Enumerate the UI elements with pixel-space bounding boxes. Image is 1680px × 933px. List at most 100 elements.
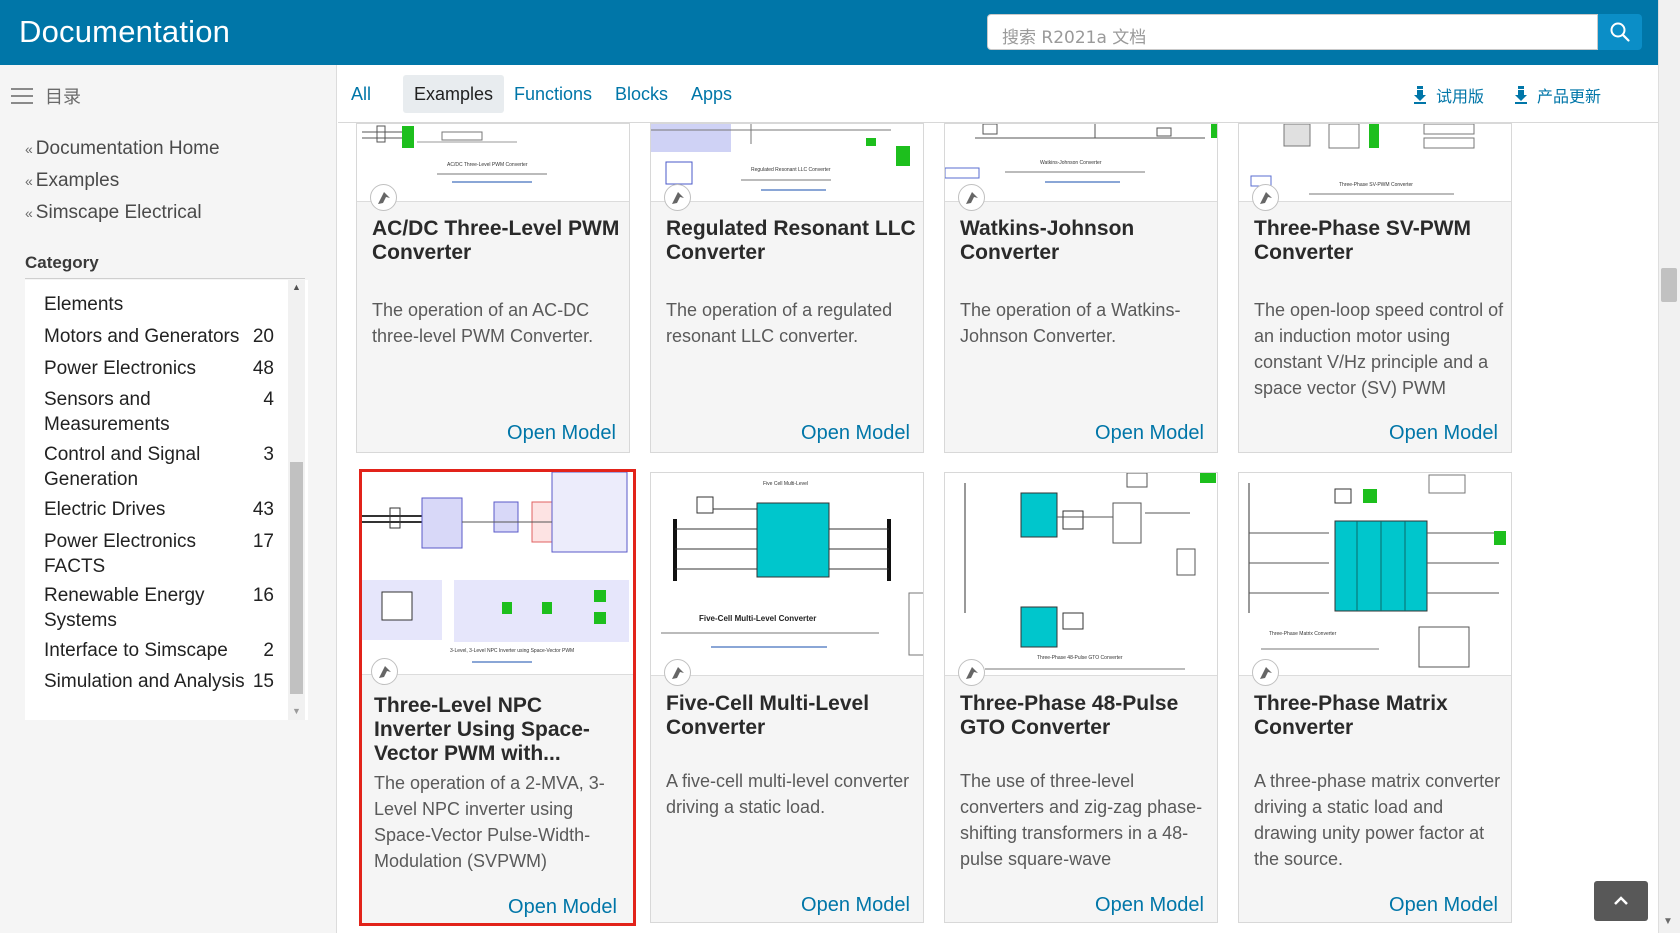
example-card-selected[interactable]: 3-Level, 3-Level NPC Inverter using Spac… xyxy=(359,469,636,926)
thumbnail-caption: AC/DC Three-Level PWM Converter xyxy=(447,162,528,168)
breadcrumb-documentation-home[interactable]: «Documentation Home xyxy=(25,133,220,165)
category-item-simulation[interactable]: Simulation and Analysis 15 xyxy=(44,669,274,694)
example-thumbnail[interactable]: AC/DC Three-Level PWM Converter xyxy=(357,124,629,202)
example-card[interactable]: Three-Phase SV-PWM Converter Three-Phase… xyxy=(1238,123,1512,453)
example-thumbnail[interactable]: Three-Phase SV-PWM Converter xyxy=(1239,124,1511,202)
thumbnail-caption: Three-Phase Matrix Converter xyxy=(1269,631,1337,637)
search-input[interactable]: 搜索 R2021a 文档 xyxy=(987,14,1598,50)
thumbnail-caption: Three-Phase 48-Pulse GTO Converter xyxy=(1037,655,1123,661)
example-card[interactable]: Three-Phase 48-Pulse GTO Converter Three… xyxy=(944,472,1218,923)
category-divider xyxy=(25,278,305,279)
category-item-sensors[interactable]: Sensors and Measurements 4 xyxy=(44,387,274,437)
left-sidebar: 目录 «Documentation Home «Examples «Simsca… xyxy=(0,65,337,933)
category-item-electric-drives[interactable]: Electric Drives 43 xyxy=(44,497,274,522)
card-description: A five-cell multi-level converter drivin… xyxy=(666,771,910,817)
simulink-icon xyxy=(378,665,391,678)
scroll-down-arrow-icon[interactable]: ▼ xyxy=(292,706,301,716)
back-to-top-button[interactable] xyxy=(1594,881,1648,921)
model-badge xyxy=(664,659,691,686)
brand-title[interactable]: Documentation xyxy=(19,14,230,50)
download-icon xyxy=(1414,86,1426,104)
category-title: Category xyxy=(25,253,99,272)
search-icon xyxy=(1610,22,1630,42)
example-thumbnail[interactable]: Watkins-Johnson Converter xyxy=(945,124,1217,202)
example-card[interactable]: Three-Phase Matrix Converter Three-Phase… xyxy=(1238,472,1512,923)
search-button[interactable] xyxy=(1598,14,1642,50)
tab-blocks[interactable]: Blocks xyxy=(604,75,679,113)
scroll-up-arrow-icon[interactable]: ▲ xyxy=(292,282,301,292)
chevron-left-icon: « xyxy=(25,205,33,221)
open-model-link[interactable]: Open Model xyxy=(508,896,617,919)
updates-link[interactable]: 产品更新 xyxy=(1515,83,1601,107)
example-thumbnail[interactable]: 3-Level, 3-Level NPC Inverter using Spac… xyxy=(362,472,633,675)
tab-examples[interactable]: Examples xyxy=(403,75,505,113)
open-model-link[interactable]: Open Model xyxy=(1095,894,1204,917)
card-description: The operation of a regulated resonant LL… xyxy=(666,300,893,346)
open-model-link[interactable]: Open Model xyxy=(507,422,616,445)
example-card[interactable]: Five Cell Multi-Level Five-Cell Multi-Le… xyxy=(650,472,924,923)
card-title[interactable]: Three-Phase SV-PWM Converter xyxy=(1254,217,1504,265)
category-item-renewable[interactable]: Renewable Energy Systems 16 xyxy=(44,583,274,633)
tab-functions[interactable]: Functions xyxy=(503,75,603,113)
category-scrollbar[interactable]: ▲ ▼ xyxy=(288,280,305,720)
category-item-elements[interactable]: Elements xyxy=(44,292,274,317)
category-item-power-electronics[interactable]: Power Electronics 48 xyxy=(44,356,274,381)
tab-bar: All Examples Functions Blocks Apps 试用版 产… xyxy=(338,65,1658,123)
simulink-icon xyxy=(1259,191,1272,204)
chevron-left-icon: « xyxy=(25,141,33,157)
tab-all[interactable]: All xyxy=(340,75,382,113)
page-scrollbar-thumb[interactable] xyxy=(1661,268,1677,302)
tab-apps[interactable]: Apps xyxy=(680,75,743,113)
card-title[interactable]: Watkins-Johnson Converter xyxy=(960,217,1210,265)
open-model-link[interactable]: Open Model xyxy=(1389,422,1498,445)
category-item-control[interactable]: Control and Signal Generation 3 xyxy=(44,442,274,492)
card-title[interactable]: Five-Cell Multi-Level Converter xyxy=(666,692,916,740)
card-description: The operation of an AC-DC three-level PW… xyxy=(372,300,594,346)
category-item-motors[interactable]: Motors and Generators 20 xyxy=(44,324,274,349)
chevron-up-icon xyxy=(1614,896,1628,905)
trial-link[interactable]: 试用版 xyxy=(1414,83,1484,107)
scroll-down-arrow-icon[interactable]: ▼ xyxy=(1663,916,1673,927)
simulink-icon xyxy=(671,666,684,679)
example-thumbnail[interactable]: Regulated Resonant LLC Converter xyxy=(651,124,923,202)
thumbnail-caption: Watkins-Johnson Converter xyxy=(1040,160,1102,166)
simulink-icon xyxy=(965,666,978,679)
breadcrumb-examples[interactable]: «Examples xyxy=(25,165,220,197)
model-badge xyxy=(1252,659,1279,686)
model-badge xyxy=(958,659,985,686)
svg-text:Five Cell Multi-Level: Five Cell Multi-Level xyxy=(763,481,808,487)
example-thumbnail[interactable]: Five Cell Multi-Level Five-Cell Multi-Le… xyxy=(651,473,923,676)
toc-toggle[interactable]: 目录 xyxy=(11,83,81,109)
card-description: The open-loop speed control of an induct… xyxy=(1254,300,1504,398)
example-card[interactable]: Regulated Resonant LLC Converter Regulat… xyxy=(650,123,924,453)
model-badge xyxy=(370,184,397,211)
page-scrollbar[interactable] xyxy=(1658,0,1680,933)
thumbnail-caption: Regulated Resonant LLC Converter xyxy=(751,167,831,173)
model-badge xyxy=(958,184,985,211)
example-card[interactable]: Watkins-Johnson Converter Watkins-Johnso… xyxy=(944,123,1218,453)
simulink-icon xyxy=(965,191,978,204)
open-model-link[interactable]: Open Model xyxy=(801,422,910,445)
card-title[interactable]: Three-Level NPC Inverter Using Space-Vec… xyxy=(374,694,624,766)
example-card[interactable]: AC/DC Three-Level PWM Converter AC/DC Th… xyxy=(356,123,630,453)
category-item-facts[interactable]: Power Electronics FACTS 17 xyxy=(44,529,274,579)
model-badge xyxy=(371,658,398,685)
toc-label: 目录 xyxy=(45,87,81,108)
header-bar: Documentation 搜索 R2021a 文档 xyxy=(0,0,1658,65)
open-model-link[interactable]: Open Model xyxy=(801,894,910,917)
open-model-link[interactable]: Open Model xyxy=(1389,894,1498,917)
example-thumbnail[interactable]: Three-Phase Matrix Converter xyxy=(1239,473,1511,676)
category-list: Elements Motors and Generators 20 Power E… xyxy=(25,280,308,720)
card-title[interactable]: Three-Phase 48-Pulse GTO Converter xyxy=(960,692,1210,740)
download-icon xyxy=(1515,86,1527,104)
card-title[interactable]: AC/DC Three-Level PWM Converter xyxy=(372,217,622,265)
category-scrollbar-thumb[interactable] xyxy=(290,462,303,694)
card-title[interactable]: Three-Phase Matrix Converter xyxy=(1254,692,1504,740)
example-thumbnail[interactable]: Three-Phase 48-Pulse GTO Converter xyxy=(945,473,1217,676)
breadcrumb-simscape-electrical[interactable]: «Simscape Electrical xyxy=(25,197,220,229)
category-item-interface[interactable]: Interface to Simscape 2 xyxy=(44,638,274,663)
model-badge xyxy=(1252,184,1279,211)
card-description: The operation of a 2-MVA, 3-Level NPC in… xyxy=(374,773,605,871)
card-title[interactable]: Regulated Resonant LLC Converter xyxy=(666,217,916,265)
open-model-link[interactable]: Open Model xyxy=(1095,422,1204,445)
